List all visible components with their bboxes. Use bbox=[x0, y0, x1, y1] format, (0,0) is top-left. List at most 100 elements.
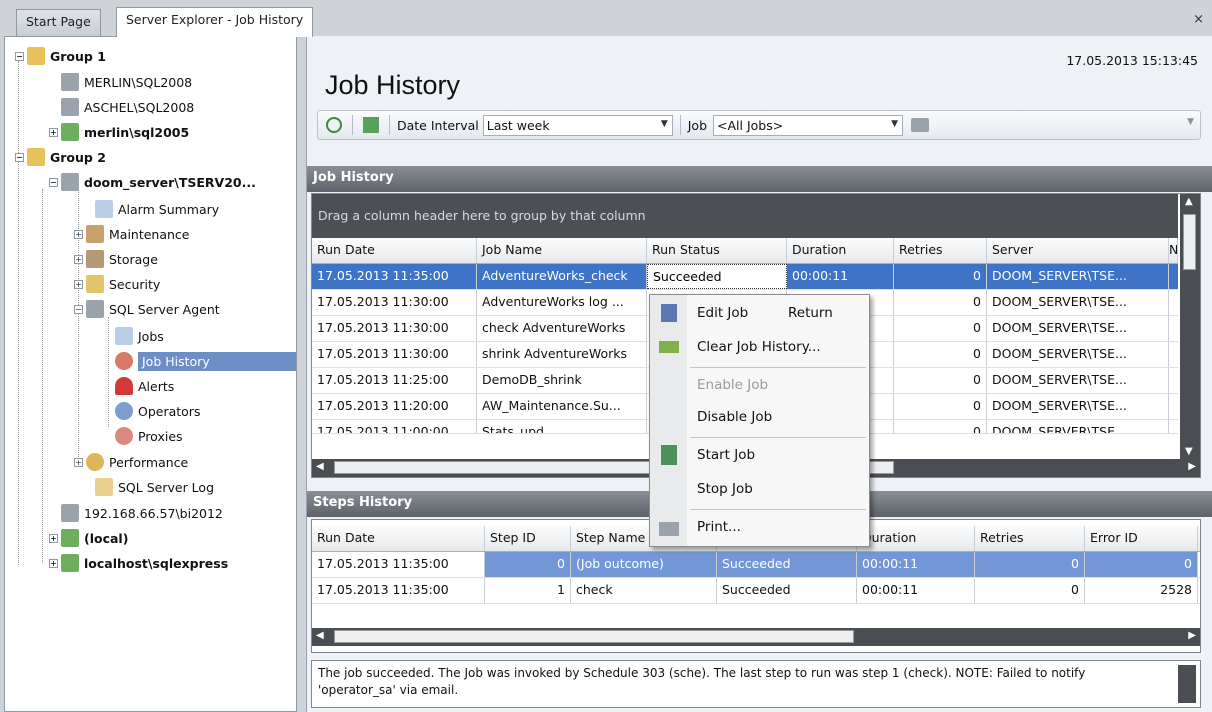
context-menu: Edit Job Return Clear Job History... Ena… bbox=[649, 294, 870, 547]
expand-icon[interactable]: + bbox=[74, 279, 83, 289]
expand-icon[interactable]: + bbox=[74, 457, 83, 467]
collapse-icon[interactable]: − bbox=[15, 51, 24, 61]
column-header[interactable]: Duration bbox=[857, 526, 975, 551]
export-grid-icon bbox=[363, 117, 379, 133]
collapse-icon[interactable]: − bbox=[49, 177, 58, 187]
column-header[interactable]: Run Date bbox=[312, 526, 485, 551]
tree-item-group-2[interactable]: − Group 2 bbox=[15, 145, 106, 169]
scroll-up-icon[interactable]: ▲ bbox=[1185, 196, 1193, 207]
scroll-left-icon[interactable]: ◀ bbox=[316, 630, 324, 641]
tree-item-alerts[interactable]: Alerts bbox=[115, 374, 174, 398]
tree-item-server[interactable]: + localhost\sqlexpress bbox=[49, 551, 228, 575]
collapse-icon[interactable]: − bbox=[74, 304, 83, 314]
column-header[interactable]: Retries bbox=[894, 238, 987, 263]
tree-item-operators[interactable]: Operators bbox=[115, 399, 200, 423]
retries-cell: 0 bbox=[975, 578, 1085, 603]
tree-item-sql-server-agent[interactable]: − SQL Server Agent bbox=[74, 297, 220, 321]
job-name-cell: AdventureWorks log ... bbox=[477, 290, 647, 315]
column-header[interactable]: Job Name bbox=[477, 238, 647, 263]
scroll-thumb[interactable] bbox=[1183, 214, 1196, 270]
expand-icon[interactable]: + bbox=[49, 127, 58, 137]
tree-item-server[interactable]: MERLIN\SQL2008 bbox=[61, 70, 192, 94]
tree-item-security[interactable]: + Security bbox=[74, 272, 160, 296]
column-header[interactable]: N bbox=[1169, 238, 1178, 263]
tree-item-server[interactable]: ASCHEL\SQL2008 bbox=[61, 95, 194, 119]
menu-item-edit-job[interactable]: Edit Job Return bbox=[650, 298, 869, 328]
menu-item-enable-job[interactable]: Enable Job bbox=[650, 370, 869, 400]
tree-item-server[interactable]: + merlin\sql2005 bbox=[49, 120, 189, 144]
export-button[interactable] bbox=[360, 114, 382, 136]
tab-start-page[interactable]: Start Page bbox=[16, 9, 101, 36]
job-name-cell: Stats_upd bbox=[477, 420, 647, 433]
horizontal-scrollbar[interactable]: ◀ ▶ bbox=[312, 628, 1200, 646]
server-cell: DOOM_SERVER\TSE... bbox=[987, 316, 1169, 341]
expand-icon[interactable]: + bbox=[49, 533, 58, 543]
server-cell: DOOM_SERVER\TSE... bbox=[987, 420, 1169, 433]
scroll-down-icon[interactable]: ▼ bbox=[1185, 446, 1193, 457]
toolbar-options-icon[interactable]: ▼ bbox=[1187, 117, 1194, 127]
run-date-cell: 17.05.2013 11:35:00 bbox=[312, 578, 485, 603]
tab-job-history[interactable]: Server Explorer - Job History bbox=[116, 7, 314, 37]
job-message-box[interactable]: The job succeeded. The Job was invoked b… bbox=[311, 660, 1201, 708]
column-header[interactable]: Error ID bbox=[1085, 526, 1198, 551]
table-row[interactable]: 17.05.2013 11:35:00 1 check Succeeded 00… bbox=[312, 578, 1200, 604]
tree-item-group-1[interactable]: − Group 1 bbox=[15, 44, 106, 68]
refresh-button[interactable] bbox=[323, 114, 345, 136]
message-scrollbar[interactable] bbox=[1178, 665, 1196, 703]
print-button[interactable] bbox=[909, 114, 931, 136]
tree-item-server[interactable]: − doom_server\TSERV20... bbox=[49, 170, 256, 194]
expand-icon[interactable]: + bbox=[74, 229, 83, 239]
column-header[interactable]: Server bbox=[987, 238, 1169, 263]
retries-cell: 0 bbox=[894, 342, 987, 367]
scroll-left-icon[interactable]: ◀ bbox=[316, 461, 324, 472]
column-header[interactable]: Run Status bbox=[647, 238, 787, 263]
run-date-cell: 17.05.2013 11:35:00 bbox=[312, 552, 485, 577]
tree-item-server[interactable]: 192.168.66.57\bi2012 bbox=[61, 501, 223, 525]
scroll-thumb[interactable] bbox=[334, 630, 854, 643]
log-icon bbox=[95, 478, 113, 496]
table-row[interactable]: 17.05.2013 11:35:00 AdventureWorks_check… bbox=[312, 264, 1178, 290]
column-header[interactable]: Step ID bbox=[485, 526, 571, 551]
retries-cell: 0 bbox=[894, 264, 987, 289]
chevron-down-icon: ▼ bbox=[660, 118, 668, 129]
agent-icon bbox=[86, 300, 104, 318]
tree-item-alarm-summary[interactable]: Alarm Summary bbox=[95, 197, 219, 221]
menu-item-stop-job[interactable]: Stop Job bbox=[650, 474, 869, 504]
tree-item-server[interactable]: + (local) bbox=[49, 526, 128, 550]
column-header[interactable]: Retries bbox=[975, 526, 1085, 551]
menu-item-disable-job[interactable]: Disable Job bbox=[650, 402, 869, 432]
column-header[interactable]: Duration bbox=[787, 238, 894, 263]
tree-item-maintenance[interactable]: + Maintenance bbox=[74, 222, 190, 246]
close-tab-icon[interactable]: × bbox=[1193, 12, 1204, 27]
server-cell: DOOM_SERVER\TSE... bbox=[987, 342, 1169, 367]
splitter[interactable] bbox=[297, 36, 306, 712]
storage-icon bbox=[86, 250, 104, 268]
scroll-right-icon[interactable]: ▶ bbox=[1188, 630, 1196, 641]
tree-item-jobs[interactable]: Jobs bbox=[115, 324, 164, 348]
expand-icon[interactable]: + bbox=[49, 558, 58, 568]
step-id-cell: 0 bbox=[485, 552, 571, 577]
job-select[interactable]: <All Jobs> ▼ bbox=[713, 114, 904, 136]
tree-item-job-history[interactable]: Job History bbox=[115, 349, 296, 373]
tree-item-sql-server-log[interactable]: SQL Server Log bbox=[95, 475, 214, 499]
server-error-icon bbox=[61, 173, 79, 191]
key-icon bbox=[86, 275, 104, 293]
table-row[interactable]: 17.05.2013 11:35:00 0 (Job outcome) Succ… bbox=[312, 552, 1200, 578]
tree-item-performance[interactable]: + Performance bbox=[74, 450, 188, 474]
menu-item-print[interactable]: Print... bbox=[650, 512, 869, 542]
job-name-cell: shrink AdventureWorks bbox=[477, 342, 647, 367]
tree-item-proxies[interactable]: Proxies bbox=[115, 424, 183, 448]
group-by-area[interactable]: Drag a column header here to group by th… bbox=[312, 194, 1178, 238]
column-header[interactable]: Run Date bbox=[312, 238, 477, 263]
vertical-scrollbar[interactable]: ▲ ▼ bbox=[1180, 194, 1200, 459]
server-tree: − Group 1 MERLIN\SQL2008 ASCHEL\SQL2008 +… bbox=[4, 36, 297, 712]
scroll-right-icon[interactable]: ▶ bbox=[1188, 461, 1196, 472]
menu-item-start-job[interactable]: Start Job bbox=[650, 440, 869, 470]
expand-icon[interactable]: + bbox=[74, 254, 83, 264]
menu-item-clear-job-history[interactable]: Clear Job History... bbox=[650, 332, 869, 362]
tree-item-storage[interactable]: + Storage bbox=[74, 247, 158, 271]
page-title: Job History bbox=[325, 70, 461, 100]
retries-cell: 0 bbox=[894, 420, 987, 433]
collapse-icon[interactable]: − bbox=[15, 152, 24, 162]
date-interval-select[interactable]: Last week ▼ bbox=[482, 114, 673, 136]
